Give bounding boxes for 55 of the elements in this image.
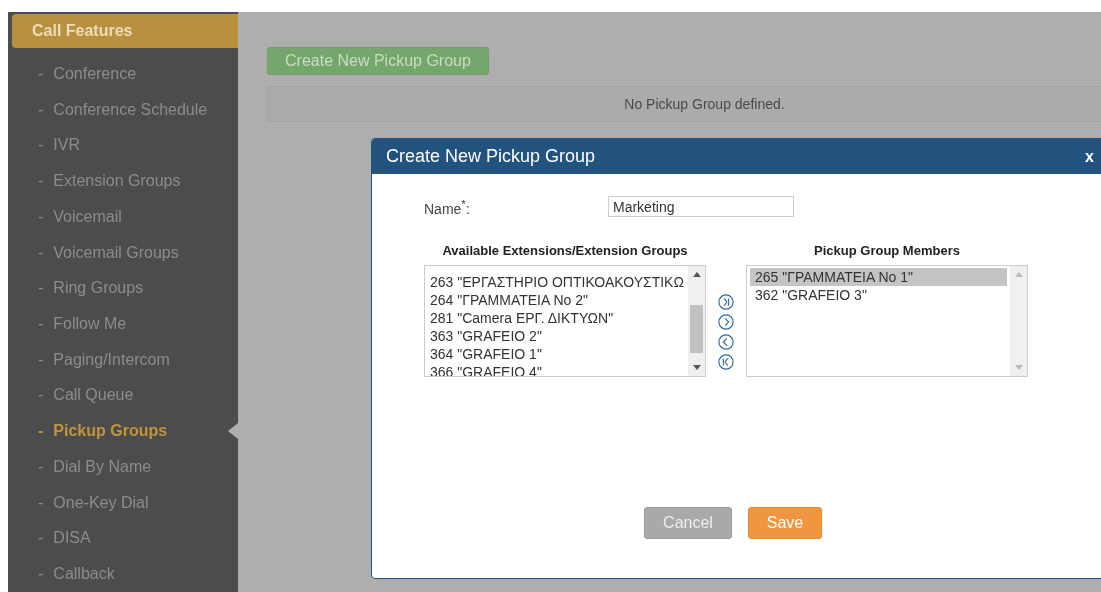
bullet-mark: - <box>38 207 44 226</box>
bullet-mark: - <box>38 279 44 298</box>
sidebar-header[interactable]: Call Features <box>12 14 238 48</box>
sidebar-item[interactable]: DISA <box>53 529 91 548</box>
close-button[interactable]: x <box>1081 147 1098 166</box>
dialog-title: Create New Pickup Group <box>386 146 596 167</box>
sidebar-item[interactable]: Conference Schedule <box>53 100 208 119</box>
bullet-mark: - <box>38 136 44 155</box>
sidebar-item[interactable]: Call Queue <box>53 386 134 405</box>
create-button[interactable]: Create New Pickup Group <box>267 47 489 75</box>
bullet-mark: - <box>38 493 44 512</box>
column-heading: Available Extensions/Extension Groups <box>441 243 689 260</box>
list-option[interactable]: 363 "GRAFEIO 2" <box>425 327 688 345</box>
bullet-mark: - <box>38 172 44 191</box>
move-all-right-icon[interactable] <box>718 293 734 311</box>
sidebar-item[interactable]: Extension Groups <box>53 172 181 191</box>
list-box[interactable]: 265 "ΓΡΑΜΜΑΤΕΙΑ No 1" 362 "GRAFEIO 3" <box>746 265 1028 377</box>
empty-message: No Pickup Group defined. <box>624 96 785 112</box>
save-button[interactable]: Save <box>748 507 822 539</box>
cancel-button[interactable]: Cancel <box>644 507 732 539</box>
move-left-icon[interactable] <box>718 333 734 351</box>
bullet-mark: - <box>38 565 44 584</box>
sidebar-item[interactable]: Paging/Intercom <box>53 350 170 369</box>
sidebar-item[interactable]: Voicemail Groups <box>53 243 179 262</box>
list-option[interactable]: 362 "GRAFEIO 3" <box>750 286 1007 304</box>
bullet-mark: - <box>38 315 44 333</box>
list-option[interactable]: 263 "ΕΡΓΑΣΤΗΡΙΟ ΟΠΤΙΚΟΑΚΟΥΣΤΙΚΩ <box>425 273 688 291</box>
list-option[interactable]: 264 "ΓΡΑΜΜΑΤΕΙΑ No 2" <box>425 291 688 309</box>
sidebar-item[interactable]: Voicemail <box>53 207 122 226</box>
sidebar-item[interactable]: Ring Groups <box>53 279 144 298</box>
move-right-icon[interactable] <box>718 313 734 331</box>
bullet-mark: - <box>38 64 44 83</box>
bullet-mark: - <box>38 100 44 119</box>
scrollbar-thumb[interactable] <box>690 305 703 353</box>
list-option[interactable]: 281 "Camera ΕΡΓ. ΔΙΚΤΥΩΝ" <box>425 309 688 327</box>
field-label: Name$^{*}$: <box>424 196 471 217</box>
list-option[interactable]: 364 "GRAFEIO 1" <box>425 345 688 363</box>
sidebar-item[interactable]: Pickup Groups <box>53 422 168 441</box>
sidebar-item[interactable]: Conference <box>53 64 137 83</box>
sidebar-item[interactable]: Callback <box>53 565 115 584</box>
column-heading: Pickup Group Members <box>813 243 961 260</box>
list-option[interactable]: 265 "ΓΡΑΜΜΑΤΕΙΑ No 1" <box>750 268 1007 286</box>
name-field[interactable]: Marketing <box>608 196 794 217</box>
sidebar-item[interactable]: IVR <box>53 136 80 155</box>
scrollbar[interactable] <box>688 266 705 376</box>
bullet-mark: - <box>38 243 44 262</box>
sidebar-item[interactable]: Follow Me <box>53 315 127 333</box>
bullet-mark: - <box>38 457 44 476</box>
bullet-mark: - <box>38 422 44 441</box>
move-all-left-icon[interactable] <box>718 353 734 371</box>
bullet-mark: - <box>38 350 44 369</box>
sidebar-item[interactable]: Dial By Name <box>53 457 152 476</box>
bullet-mark: - <box>38 529 44 548</box>
sidebar-item[interactable]: One-Key Dial <box>53 493 149 512</box>
bullet-mark: - <box>38 386 44 405</box>
